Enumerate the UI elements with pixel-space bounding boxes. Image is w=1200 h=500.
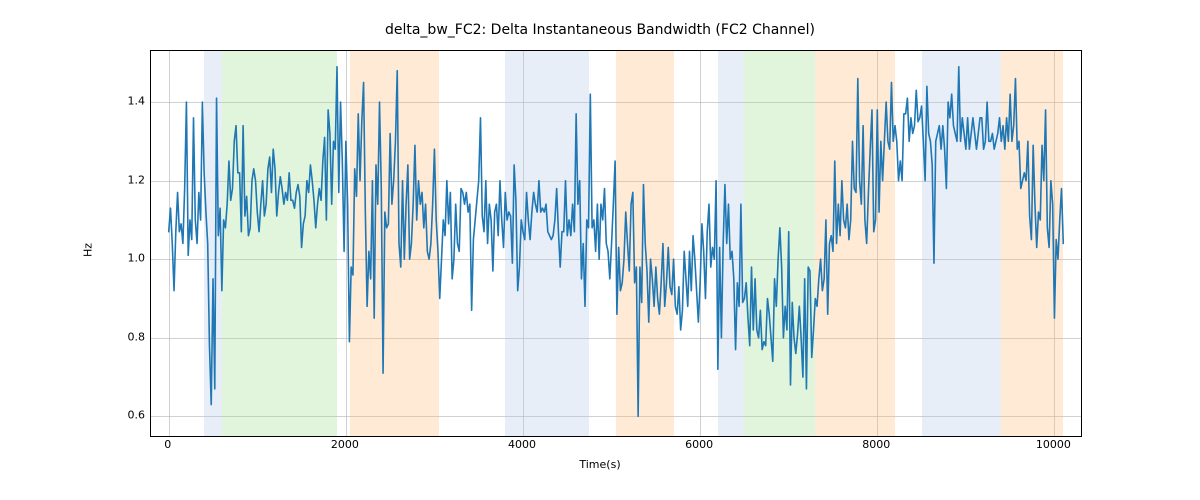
- chart-figure: delta_bw_FC2: Delta Instantaneous Bandwi…: [0, 0, 1200, 500]
- y-tick-label: 0.6: [105, 409, 145, 422]
- y-tick-label: 1.0: [105, 252, 145, 265]
- y-tick-label: 0.8: [105, 330, 145, 343]
- y-axis-label: Hz: [82, 243, 95, 257]
- x-tick-label: 6000: [685, 438, 713, 451]
- x-tick-label: 0: [164, 438, 171, 451]
- y-tick-label: 1.4: [105, 95, 145, 108]
- x-tick-label: 4000: [508, 438, 536, 451]
- chart-title: delta_bw_FC2: Delta Instantaneous Bandwi…: [0, 22, 1200, 38]
- x-tick-label: 8000: [862, 438, 890, 451]
- x-tick-label: 10000: [1036, 438, 1071, 451]
- x-tick-label: 2000: [331, 438, 359, 451]
- y-tick-label: 1.2: [105, 173, 145, 186]
- chart-axes: [150, 50, 1082, 437]
- x-axis-label: Time(s): [0, 458, 1200, 471]
- line-series: [151, 51, 1081, 436]
